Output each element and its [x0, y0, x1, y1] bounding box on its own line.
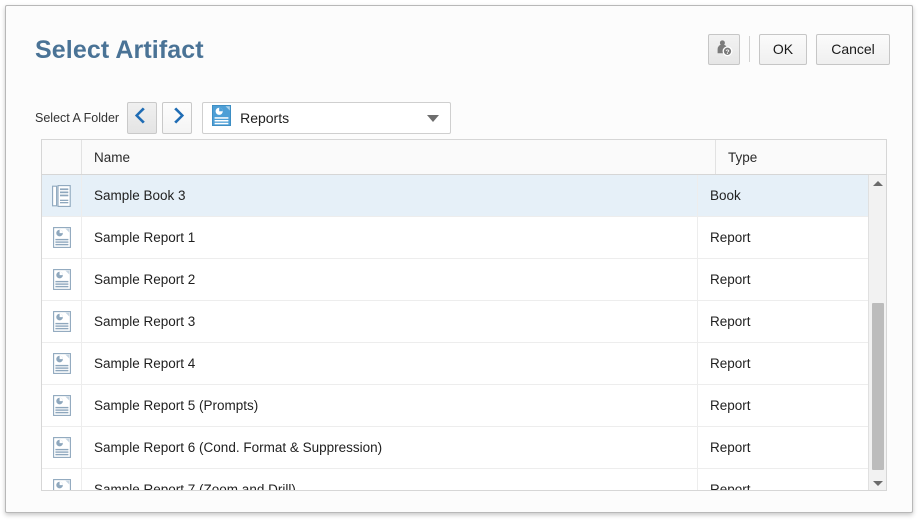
scroll-down-button[interactable]: [869, 475, 886, 491]
row-name-cell: Sample Report 4: [82, 343, 698, 384]
report-document-icon: [212, 105, 231, 131]
page-title: Select Artifact: [35, 36, 204, 65]
row-type-cell: Report: [698, 385, 868, 426]
row-name-cell: Sample Report 3: [82, 301, 698, 342]
row-name-cell: Sample Report 5 (Prompts): [82, 385, 698, 426]
table-row[interactable]: Sample Report 3Report: [42, 301, 868, 343]
header-actions-separator: [749, 36, 750, 62]
row-name-cell: Sample Report 2: [82, 259, 698, 300]
folder-forward-button[interactable]: [162, 102, 192, 134]
column-header-type: Type: [716, 140, 886, 174]
folder-selection-bar: Select A Folder: [35, 101, 451, 135]
table-body-wrapper: Sample Book 3BookSample Report 1ReportSa…: [42, 175, 886, 491]
table-row[interactable]: Sample Report 4Report: [42, 343, 868, 385]
report-icon: [53, 311, 71, 332]
folder-back-button[interactable]: [127, 102, 157, 134]
table-body: Sample Book 3BookSample Report 1ReportSa…: [42, 175, 868, 491]
row-type-cell: Report: [698, 301, 868, 342]
report-icon: [53, 479, 71, 491]
table-scrollbar[interactable]: [868, 175, 886, 491]
scroll-up-button[interactable]: [869, 175, 886, 192]
artifact-table: Name Type Sample Book 3BookSample Report…: [41, 139, 887, 491]
row-icon-cell: [42, 175, 82, 216]
user-properties-button[interactable]: ?: [708, 34, 740, 65]
book-icon: [52, 185, 71, 207]
table-row[interactable]: Sample Report 1Report: [42, 217, 868, 259]
table-row[interactable]: Sample Report 2Report: [42, 259, 868, 301]
svg-text:?: ?: [725, 49, 729, 56]
folder-select[interactable]: Reports: [202, 102, 451, 134]
row-name-cell: Sample Report 6 (Cond. Format & Suppress…: [82, 427, 698, 468]
row-type-cell: Report: [698, 259, 868, 300]
table-row[interactable]: Sample Report 7 (Zoom and Drill)Report: [42, 469, 868, 491]
chevron-left-icon: [134, 107, 150, 129]
row-icon-cell: [42, 469, 82, 491]
dialog-header: Select Artifact ? OK Cancel: [6, 6, 912, 84]
folder-select-value: Reports: [240, 110, 289, 126]
row-name-cell: Sample Report 1: [82, 217, 698, 258]
column-header-name: Name: [82, 140, 716, 174]
cancel-button[interactable]: Cancel: [816, 34, 890, 65]
row-type-cell: Report: [698, 217, 868, 258]
row-icon-cell: [42, 343, 82, 384]
scrollbar-thumb[interactable]: [872, 303, 884, 470]
row-type-cell: Book: [698, 175, 868, 216]
chevron-right-icon: [169, 107, 185, 129]
report-icon: [53, 353, 71, 374]
report-icon: [53, 269, 71, 290]
report-icon: [53, 395, 71, 416]
chevron-down-icon[interactable]: [427, 115, 439, 122]
row-name-cell: Sample Report 7 (Zoom and Drill): [82, 469, 698, 491]
table-header-row: Name Type: [42, 140, 886, 175]
row-name-cell: Sample Book 3: [82, 175, 698, 216]
row-icon-cell: [42, 301, 82, 342]
ok-button[interactable]: OK: [759, 34, 807, 65]
table-row[interactable]: Sample Report 5 (Prompts)Report: [42, 385, 868, 427]
row-icon-cell: [42, 427, 82, 468]
header-actions: ? OK Cancel: [708, 33, 890, 65]
row-type-cell: Report: [698, 427, 868, 468]
report-icon: [53, 227, 71, 248]
row-type-cell: Report: [698, 343, 868, 384]
folder-label: Select A Folder: [35, 111, 119, 125]
row-type-cell: Report: [698, 469, 868, 491]
user-question-icon: ?: [715, 39, 733, 60]
row-icon-cell: [42, 385, 82, 426]
report-icon: [53, 437, 71, 458]
table-row[interactable]: Sample Report 6 (Cond. Format & Suppress…: [42, 427, 868, 469]
row-icon-cell: [42, 217, 82, 258]
column-header-icon: [42, 140, 82, 174]
select-artifact-dialog: Select Artifact ? OK Cancel Select A Fol…: [5, 5, 913, 513]
table-row[interactable]: Sample Book 3Book: [42, 175, 868, 217]
row-icon-cell: [42, 259, 82, 300]
triangle-up-icon: [873, 181, 883, 186]
triangle-down-icon: [873, 481, 883, 486]
